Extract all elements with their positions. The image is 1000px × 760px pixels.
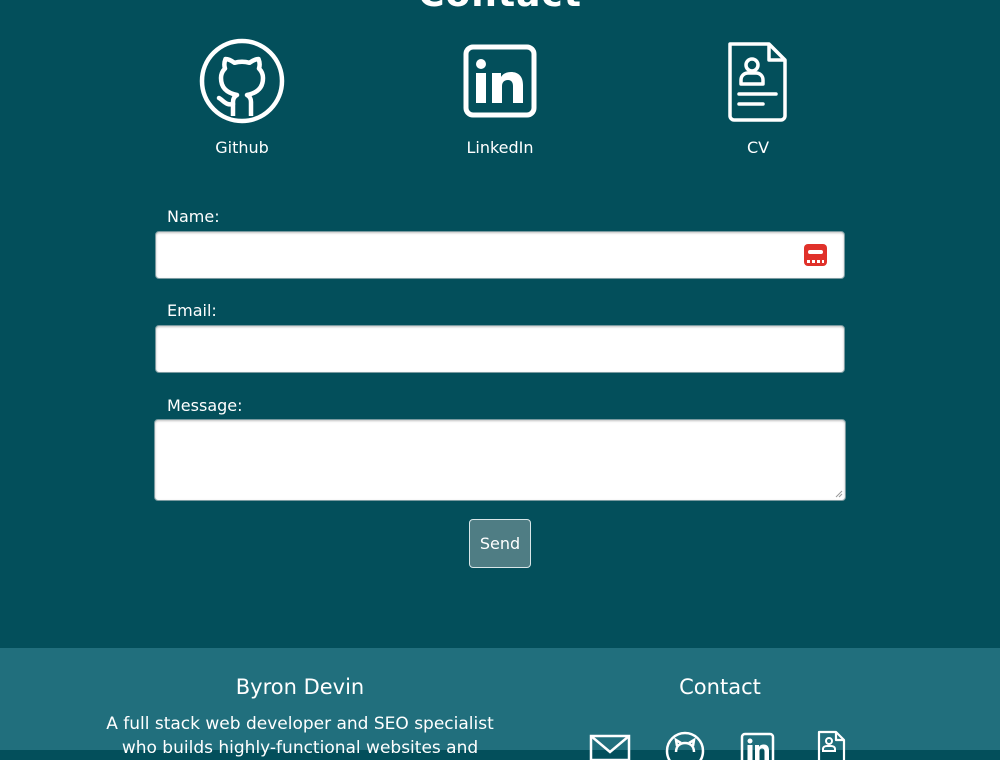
github-link-label: Github xyxy=(215,138,269,157)
footer: Byron Devin A full stack web developer a… xyxy=(0,648,1000,760)
message-textarea[interactable] xyxy=(154,419,846,501)
cv-link-label: CV xyxy=(746,138,770,157)
resize-handle-icon[interactable] xyxy=(835,490,843,498)
send-button[interactable]: Send xyxy=(469,519,531,568)
name-input[interactable] xyxy=(155,231,845,279)
email-input[interactable] xyxy=(155,325,845,373)
cv-link[interactable]: CV xyxy=(688,38,828,157)
document-icon[interactable] xyxy=(814,730,848,760)
contact-section-title: Contact xyxy=(0,0,1000,15)
footer-bio: A full stack web developer and SEO speci… xyxy=(106,714,494,758)
password-manager-icon[interactable] xyxy=(804,244,827,266)
linkedin-link-label: LinkedIn xyxy=(466,138,534,157)
document-icon xyxy=(728,42,787,122)
footer-name: Byron Devin xyxy=(235,675,365,699)
footer-contact-title: Contact xyxy=(679,675,761,699)
github-link[interactable]: Github xyxy=(172,38,312,157)
linkedin-link[interactable]: LinkedIn xyxy=(430,38,570,157)
message-label: Message: xyxy=(167,396,243,415)
linkedin-icon[interactable] xyxy=(739,730,777,760)
name-label: Name: xyxy=(167,207,220,226)
email-label: Email: xyxy=(167,301,217,320)
linkedin-icon xyxy=(463,44,537,118)
github-icon[interactable] xyxy=(664,730,706,760)
mail-icon[interactable] xyxy=(589,730,631,760)
github-icon xyxy=(199,38,285,124)
